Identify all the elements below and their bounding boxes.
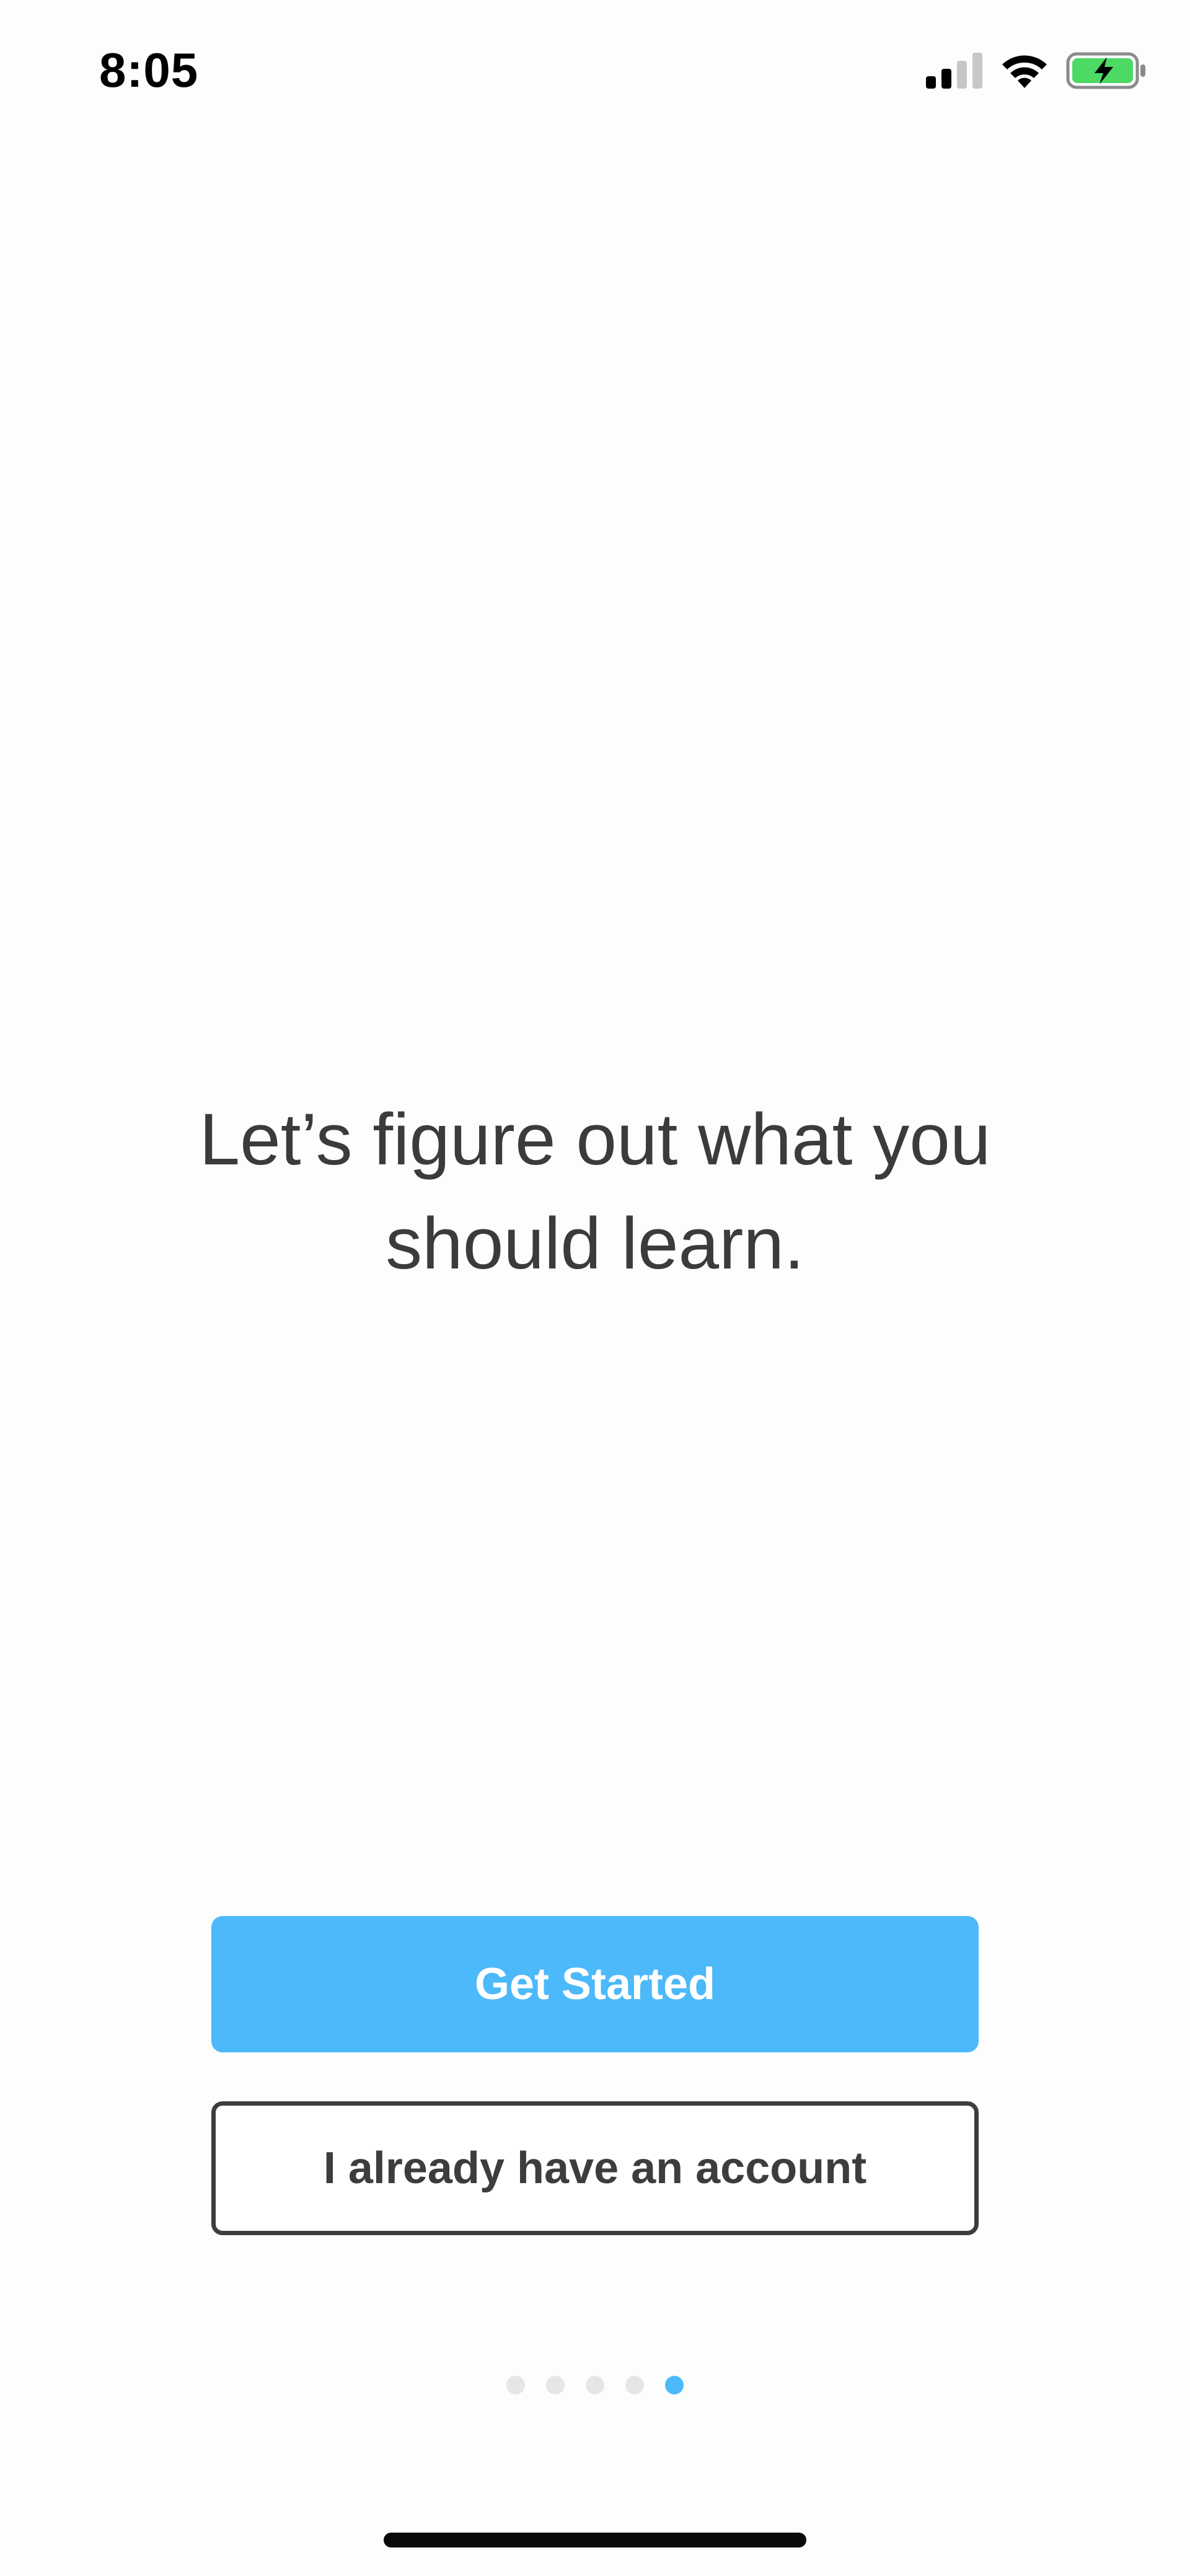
wifi-icon <box>1002 55 1047 88</box>
page-dot-2 <box>546 2376 565 2394</box>
battery-charging-icon <box>1066 52 1145 89</box>
page-dot-1 <box>506 2376 525 2394</box>
get-started-button[interactable]: Get Started <box>211 1916 979 2052</box>
page-dot-5-active <box>665 2376 684 2394</box>
cellular-signal-icon <box>926 53 982 89</box>
existing-account-button[interactable]: I already have an account <box>211 2101 979 2235</box>
page-dot-4 <box>625 2376 644 2394</box>
onboarding-headline: Let’s figure out what you should learn. <box>0 1088 1190 1296</box>
page-indicator <box>0 2376 1190 2394</box>
home-indicator[interactable] <box>384 2533 806 2547</box>
status-icons <box>926 52 1147 89</box>
page-dot-3 <box>586 2376 604 2394</box>
headline-line-1: Let’s figure out what you <box>199 1099 991 1180</box>
headline-line-2: should learn. <box>386 1203 804 1285</box>
status-time: 8:05 <box>99 43 199 97</box>
status-bar: 8:05 <box>0 0 1190 146</box>
